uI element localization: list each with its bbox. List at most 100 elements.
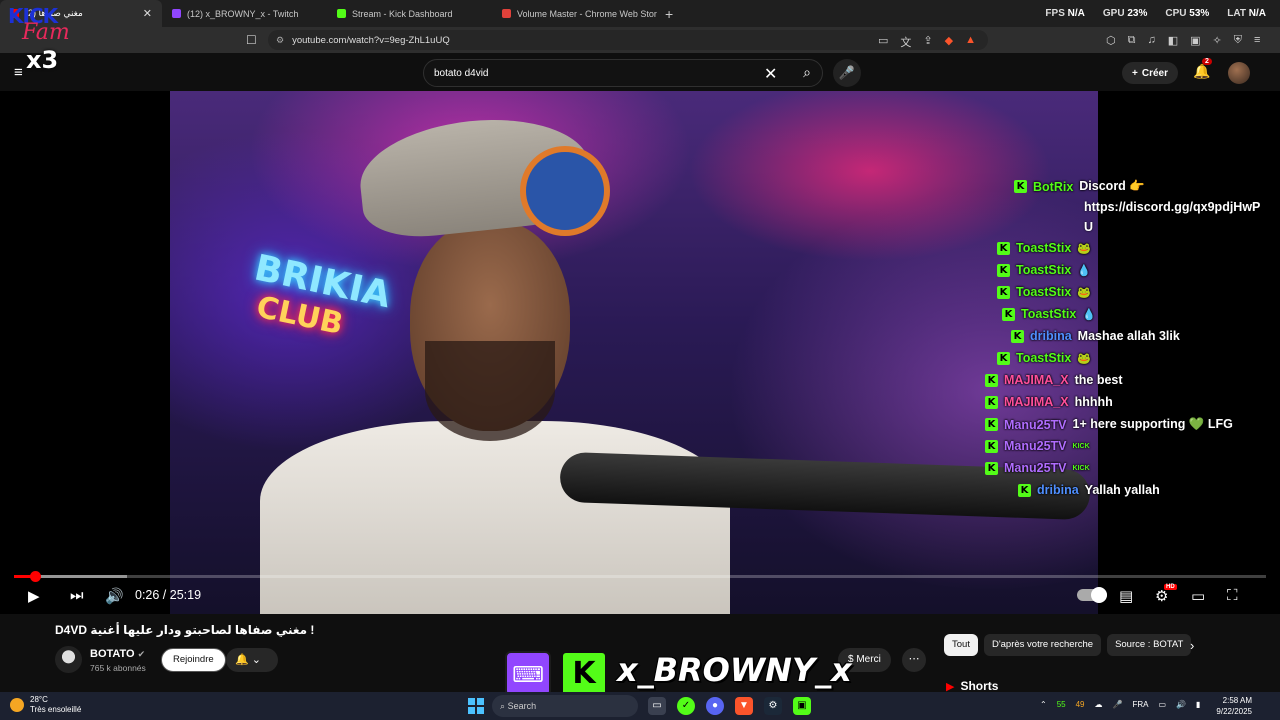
- browser-tab-webstore[interactable]: Volume Master - Chrome Web Store: [492, 0, 657, 27]
- brave-rewards-icon[interactable]: ▲: [965, 34, 976, 50]
- drop-emote-icon: 💧: [1082, 308, 1097, 321]
- screenshot-icon[interactable]: ⧉: [1128, 34, 1136, 47]
- microphone-icon[interactable]: 🎤: [1113, 700, 1123, 709]
- verified-check-icon: ✔: [137, 649, 146, 659]
- youtube-header: ≡ ✕ ⌕ 🎤 + Créer 🔔2: [0, 53, 1280, 91]
- chat-username: ToastStix: [1016, 351, 1072, 365]
- music-icon[interactable]: ♫: [1147, 34, 1155, 47]
- voice-search-icon[interactable]: 🎤: [833, 59, 861, 87]
- chip-all[interactable]: Tout: [944, 634, 978, 656]
- chat-username: Manu25TV: [1004, 417, 1067, 432]
- theater-mode-icon[interactable]: ▭: [1191, 587, 1205, 605]
- plus-icon: +: [1132, 67, 1138, 79]
- kick-badge-icon: K: [997, 285, 1010, 299]
- chat-message-continuation: U: [1084, 220, 1094, 234]
- browser-tab-twitch[interactable]: (12) x_BROWNY_x - Twitch: [162, 0, 327, 27]
- bookmark-icon[interactable]: ☐: [246, 33, 257, 47]
- xbox-icon[interactable]: ✓: [677, 697, 695, 715]
- video-player[interactable]: BRIKIA CLUB K BotRix Discord 👉 https://d…: [0, 91, 1280, 614]
- network-icon[interactable]: ▭: [1158, 700, 1166, 709]
- search-input[interactable]: [434, 68, 734, 79]
- sun-icon: [10, 698, 24, 712]
- cast-icon[interactable]: ▭: [878, 34, 888, 50]
- account-avatar[interactable]: [1228, 62, 1250, 84]
- wallet-icon[interactable]: ▣: [1190, 34, 1200, 47]
- chevron-right-icon[interactable]: ›: [1190, 638, 1194, 653]
- sidebar-icon[interactable]: ◧: [1168, 34, 1178, 47]
- kick-emote-icon: KICK: [1072, 464, 1090, 472]
- chip-source[interactable]: Source : BOTAT: [1107, 634, 1192, 656]
- language-indicator[interactable]: FRA: [1132, 700, 1148, 709]
- brave-browser-icon[interactable]: ▼: [735, 697, 753, 715]
- progress-bar[interactable]: [14, 571, 1266, 582]
- notifications-bell-icon[interactable]: 🔔 2: [1193, 58, 1212, 80]
- fps-readout: FPS N/A: [1045, 8, 1085, 19]
- steam-icon[interactable]: ⚙: [764, 697, 782, 715]
- leo-icon[interactable]: ✧: [1213, 34, 1222, 47]
- chat-text: hhhhh: [1074, 395, 1113, 409]
- frog-emote-icon: 🐸: [1077, 352, 1092, 365]
- discord-icon[interactable]: ●: [706, 697, 724, 715]
- more-actions-button[interactable]: ⋯: [902, 648, 926, 672]
- twitch-favicon: [172, 9, 181, 18]
- kick-app-icon[interactable]: ▣: [793, 697, 811, 715]
- kick-logo-icon: K: [563, 653, 605, 695]
- fullscreen-icon[interactable]: ⛶: [1227, 587, 1238, 604]
- speaker-icon[interactable]: 🔊: [1176, 700, 1186, 709]
- channel-avatar[interactable]: [55, 646, 82, 673]
- shorts-heading: ▶ Shorts: [946, 679, 999, 693]
- weather-condition: Très ensoleillé: [30, 705, 82, 714]
- extension-icon[interactable]: ⬡: [1106, 34, 1116, 47]
- chat-username: Manu25TV: [1004, 439, 1067, 453]
- drop-emote-icon: 💧: [1077, 264, 1092, 277]
- scrubber-handle[interactable]: [30, 571, 42, 582]
- new-tab-button[interactable]: +: [657, 6, 681, 22]
- next-icon[interactable]: ⏭: [70, 587, 84, 604]
- chat-username: BotRix: [1033, 179, 1074, 194]
- play-icon[interactable]: ▶: [28, 587, 40, 605]
- brave-shield-icon[interactable]: ◆: [945, 34, 953, 50]
- browser-tab-kick[interactable]: Stream - Kick Dashboard: [327, 0, 492, 27]
- kick-badge-icon: K: [1018, 483, 1031, 497]
- task-view-icon[interactable]: ▭: [648, 697, 666, 715]
- vpn-icon[interactable]: ⛨: [1234, 34, 1242, 47]
- volume-icon[interactable]: 🔊: [105, 587, 124, 605]
- menu-icon[interactable]: ≡: [1254, 34, 1260, 47]
- tab-title: Stream - Kick Dashboard: [352, 8, 453, 19]
- join-button[interactable]: Rejoindre: [161, 648, 226, 672]
- onedrive-icon[interactable]: ☁: [1095, 700, 1103, 709]
- kick-emote-icon: KICK: [1072, 442, 1090, 450]
- chat-message: K ToastStix 🐸: [997, 285, 1091, 299]
- hd-badge: HD: [1164, 584, 1177, 590]
- windows-start-icon[interactable]: [468, 698, 484, 714]
- chip-from-search[interactable]: D'après votre recherche: [983, 634, 1102, 656]
- chevron-down-icon: ⌄: [251, 654, 261, 666]
- performance-hud: FPS N/A GPU 23% CPU 53% LAT N/A: [1045, 8, 1266, 19]
- taskbar-clock[interactable]: 2:58 AM 9/22/2025: [1212, 695, 1252, 717]
- close-icon[interactable]: ✕: [143, 7, 152, 20]
- subscribe-bell-button[interactable]: 🔔 ⌄: [226, 648, 278, 672]
- translate-icon[interactable]: 文: [900, 34, 911, 50]
- chat-message: K Manu25TV KICK: [985, 439, 1090, 453]
- twitch-logo-icon: ⌨: [505, 651, 551, 697]
- chat-username: Manu25TV: [1004, 461, 1067, 475]
- chevron-up-icon[interactable]: ⌃: [1040, 700, 1047, 709]
- autoplay-toggle[interactable]: [1077, 587, 1107, 603]
- subtitles-icon[interactable]: ▤: [1119, 587, 1133, 605]
- kick-badge-icon: K: [997, 263, 1010, 277]
- site-info-icon[interactable]: ⚙: [276, 35, 284, 46]
- logo-line-fam: Fam: [22, 20, 70, 45]
- clear-search-icon[interactable]: ✕: [764, 64, 777, 84]
- battery-icon[interactable]: ▮: [1196, 700, 1200, 709]
- latency-readout: LAT N/A: [1227, 8, 1266, 19]
- search-icon[interactable]: ⌕: [792, 64, 822, 84]
- chat-message: K Manu25TV 1+ here supporting 💚 LFG: [985, 417, 1233, 432]
- create-button[interactable]: + Créer: [1122, 62, 1178, 84]
- chat-text: Discord 👉: [1079, 179, 1145, 193]
- chat-message: K Manu25TV KICK: [985, 461, 1090, 475]
- share-icon[interactable]: ⇪: [923, 34, 932, 50]
- weather-widget[interactable]: 28°C Très ensoleillé: [10, 695, 81, 715]
- channel-name[interactable]: BOTATO ✔: [90, 648, 145, 660]
- shorts-icon: ▶: [946, 680, 955, 693]
- taskbar-search[interactable]: ⌕ Search: [492, 695, 638, 717]
